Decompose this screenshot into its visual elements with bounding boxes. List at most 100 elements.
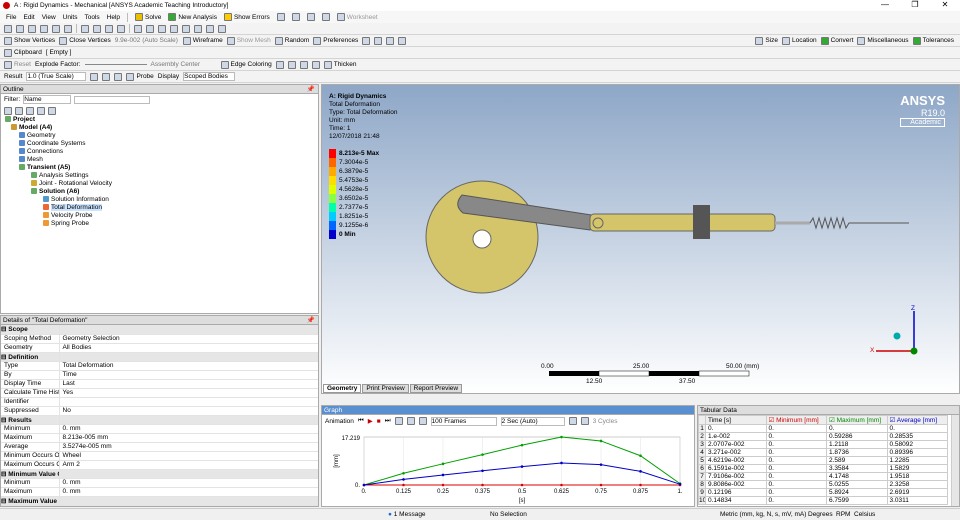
details-row[interactable]: Minimum Occurs On Wheel <box>1 451 318 461</box>
menu-view[interactable]: View <box>42 14 56 21</box>
rotate-icon[interactable] <box>16 24 24 33</box>
edge-icon[interactable] <box>299 60 308 69</box>
frame-icon[interactable] <box>418 417 427 425</box>
tree-item-total-deformation[interactable]: Total Deformation <box>5 204 318 212</box>
probe-button[interactable]: Probe <box>126 72 154 81</box>
magnifier-icon[interactable] <box>170 24 178 33</box>
clipboard-button[interactable]: Clipboard <box>4 48 42 57</box>
tree-icon[interactable] <box>26 106 34 115</box>
speed-dropdown[interactable]: 2 Sec (Auto) <box>500 416 565 426</box>
location-menu[interactable]: Location <box>782 36 817 45</box>
size-menu[interactable]: Size <box>755 36 778 45</box>
toolbar-icon[interactable] <box>306 13 315 21</box>
column-header[interactable]: ☑ Maximum [mm] <box>826 415 888 425</box>
stop-icon[interactable]: ■ <box>377 418 381 425</box>
details-row[interactable]: Display Time Last <box>1 379 318 389</box>
menu-help[interactable]: Help <box>107 14 120 21</box>
next-view-icon[interactable] <box>194 24 202 33</box>
minimize-button[interactable]: — <box>870 0 900 9</box>
tree-item-geometry[interactable]: Geometry <box>5 132 318 140</box>
details-row[interactable]: Maximum 8.213e-005 mm <box>1 433 318 443</box>
tree-item-model[interactable]: Model (A4) <box>5 124 318 132</box>
table-row[interactable]: 5 4.6219e-002 0. 2.589 1.2285 <box>698 456 948 465</box>
table-row[interactable]: 100.148340.6.75993.0311 <box>698 496 948 505</box>
frames-dropdown[interactable]: 100 Frames <box>430 416 497 426</box>
tree-item-mesh[interactable]: Mesh <box>5 156 318 164</box>
table-row[interactable]: 3 2.0707e-002 0. 1.2118 0.58092 <box>698 440 948 449</box>
angle-unit[interactable]: Degrees <box>808 511 833 518</box>
edge-coloring-button[interactable]: Edge Coloring <box>220 60 272 69</box>
collapse-icon[interactable] <box>15 106 23 115</box>
details-row[interactable]: Identifier <box>1 397 318 407</box>
thicken-button[interactable]: Thicken <box>323 60 356 69</box>
toolbar-icon[interactable] <box>291 13 300 21</box>
details-row[interactable]: Minimum 0. mm <box>1 424 318 434</box>
isometric-icon[interactable] <box>206 24 214 33</box>
menu-file[interactable]: File <box>6 14 16 21</box>
table-row[interactable]: 1 0. 0. 0. 0. <box>698 424 948 433</box>
column-header[interactable]: ☑ Average [mm] <box>886 415 948 425</box>
filter-dropdown[interactable]: Name <box>23 95 72 104</box>
tree-item-project[interactable]: Project <box>5 116 318 124</box>
align-icon[interactable] <box>398 36 407 45</box>
details-row[interactable]: By Time <box>1 370 318 380</box>
legend-icon[interactable] <box>102 72 111 81</box>
display-dropdown[interactable]: Scoped Bodies <box>183 72 236 81</box>
column-header[interactable]: ☑ Minimum [mm] <box>765 415 827 425</box>
graphics-viewport[interactable]: A: Rigid Dynamics Total Deformation Type: … <box>321 84 960 394</box>
table-row[interactable]: 9 0.12196 0. 5.8924 2.6919 <box>698 488 948 497</box>
details-row[interactable]: Average 3.5274e-005 mm <box>1 442 318 452</box>
details-row[interactable]: Scoping Method Geometry Selection <box>1 334 318 344</box>
tree-item-transient[interactable]: Transient (A5) <box>5 164 318 172</box>
result-scale-dropdown[interactable]: 1.0 (True Scale) <box>26 72 87 81</box>
assembly-center-dropdown[interactable]: Assembly Center <box>151 61 217 68</box>
auto-scale-dropdown[interactable]: 9.9e-002 (Auto Scale) <box>115 37 179 44</box>
random-colors-button[interactable]: Random <box>274 36 309 45</box>
show-vertices-button[interactable]: Show Vertices <box>4 36 55 45</box>
edge-icon[interactable] <box>311 60 320 69</box>
next-frame-icon[interactable]: ⏭ <box>385 417 391 425</box>
view-icon[interactable] <box>218 24 226 33</box>
maximize-button[interactable]: ❐ <box>900 0 930 9</box>
close-button[interactable]: ✕ <box>930 0 960 9</box>
explode-factor-slider[interactable] <box>84 64 147 65</box>
vertex-icon[interactable] <box>105 24 113 33</box>
show-mesh-button[interactable]: Show Mesh <box>226 36 271 45</box>
details-row[interactable]: Minimum 0. mm <box>1 478 318 488</box>
body-icon[interactable] <box>117 24 125 33</box>
worksheet-button[interactable]: Worksheet <box>336 13 378 21</box>
messages-status[interactable]: ● 1 Message <box>388 511 426 518</box>
miscellaneous-menu[interactable]: Miscellaneous <box>857 36 909 45</box>
fit-icon[interactable] <box>64 24 72 33</box>
frame-icon[interactable] <box>394 417 403 425</box>
table-row[interactable]: 6 6.1591e-002 0. 3.3584 1.5829 <box>698 464 948 473</box>
temperature-unit[interactable]: Celsius <box>854 511 875 518</box>
convert-menu[interactable]: Convert <box>820 36 853 45</box>
zoom-icon[interactable] <box>40 24 48 33</box>
menu-units[interactable]: Units <box>63 14 78 21</box>
tree-item-joint-rotational-velocity[interactable]: Joint - Rotational Velocity <box>5 180 318 188</box>
edge-icon[interactable] <box>287 60 296 69</box>
select-icon[interactable] <box>4 24 12 33</box>
pin-icon[interactable]: 📌 <box>307 316 315 324</box>
details-row[interactable]: Suppressed No <box>1 406 318 416</box>
cycles-icon[interactable] <box>580 417 589 425</box>
frame-icon[interactable] <box>406 417 415 425</box>
solve-button[interactable]: Solve <box>135 13 161 21</box>
previous-frame-icon[interactable]: ⏮ <box>358 417 364 425</box>
edges-icon[interactable] <box>114 72 123 81</box>
new-analysis-button[interactable]: New Analysis <box>168 13 217 21</box>
reset-button[interactable]: Reset <box>4 60 31 69</box>
zoom-out-icon[interactable] <box>146 24 154 33</box>
unit-system[interactable]: Metric (mm, kg, N, s, mV, mA) <box>720 511 806 518</box>
align-icon[interactable] <box>362 36 371 45</box>
table-row[interactable]: 8 9.8086e-002 0. 5.0255 2.3258 <box>698 480 948 489</box>
align-icon[interactable] <box>374 36 383 45</box>
edge-icon[interactable] <box>275 60 284 69</box>
expand-icon[interactable] <box>4 106 12 115</box>
tree-item-coordinate-systems[interactable]: Coordinate Systems <box>5 140 318 148</box>
tab-report-preview[interactable]: Report Preview <box>409 384 463 393</box>
table-row[interactable]: 4 3.271e-002 0. 1.8736 0.89396 <box>698 448 948 457</box>
menu-tools[interactable]: Tools <box>84 14 99 21</box>
menu-edit[interactable]: Edit <box>23 14 34 21</box>
